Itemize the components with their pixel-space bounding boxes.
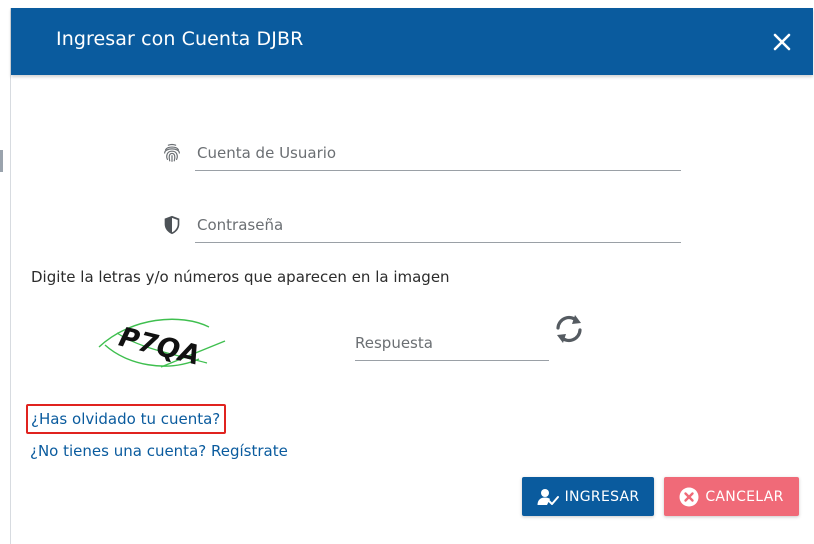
password-row [161,208,681,244]
modal-title: Ingresar con Cuenta DJBR [56,28,304,50]
login-button[interactable]: INGRESAR [522,477,654,516]
password-input[interactable] [195,208,681,243]
captcha-refresh-button[interactable] [551,311,587,347]
background-edge-mark [0,150,3,172]
cancel-button-label: CANCELAR [705,488,784,505]
username-row [161,136,681,172]
register-link[interactable]: ¿No tienes una cuenta? Regístrate [30,442,288,460]
user-check-icon [537,488,559,505]
captcha-text: P7QA [116,322,203,372]
cancel-button[interactable]: CANCELAR [664,477,799,516]
captcha-image: P7QA [98,318,226,372]
shield-icon [164,215,180,235]
close-icon [773,33,791,51]
login-modal: Ingresar con Cuenta DJBR Cuenta de Usuar… [10,8,813,544]
times-circle-icon [679,487,699,506]
captcha-instruction: Digite la letras y/o números que aparece… [31,268,450,286]
close-button[interactable] [766,26,798,58]
modal-header: Ingresar con Cuenta DJBR [11,8,813,75]
forgot-account-link[interactable]: ¿Has olvidado tu cuenta? [26,404,227,434]
fingerprint-icon [164,143,180,162]
captcha-answer-input[interactable] [355,326,549,361]
refresh-icon [556,315,582,343]
login-button-label: INGRESAR [564,488,640,505]
username-input[interactable] [195,136,681,171]
